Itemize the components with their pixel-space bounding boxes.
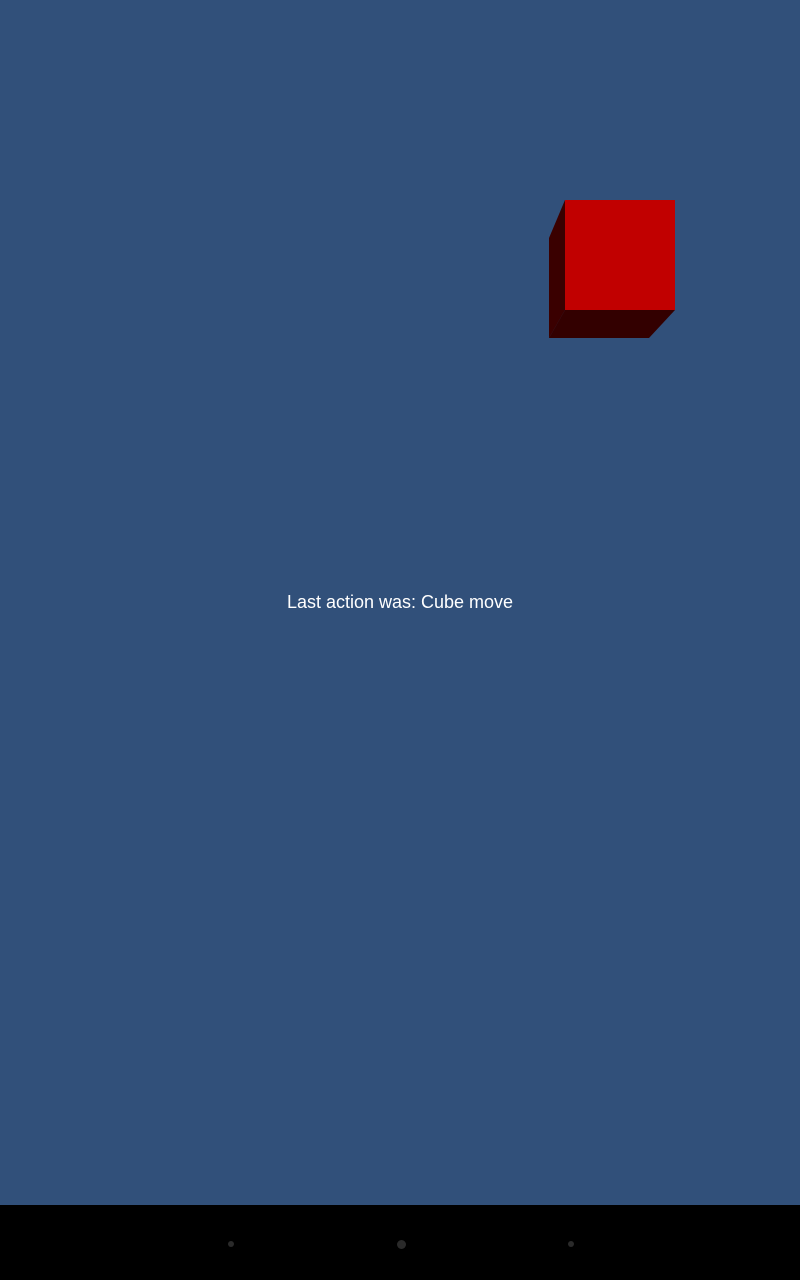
recents-icon[interactable] <box>568 1241 574 1247</box>
navigation-bar <box>0 1205 800 1280</box>
cube-bottom-face <box>549 310 675 338</box>
home-icon[interactable] <box>397 1240 406 1249</box>
game-viewport[interactable]: Last action was: Cube move <box>0 0 800 1205</box>
cube-front-face <box>565 200 675 310</box>
back-icon[interactable] <box>228 1241 234 1247</box>
last-action-status: Last action was: Cube move <box>286 592 514 612</box>
